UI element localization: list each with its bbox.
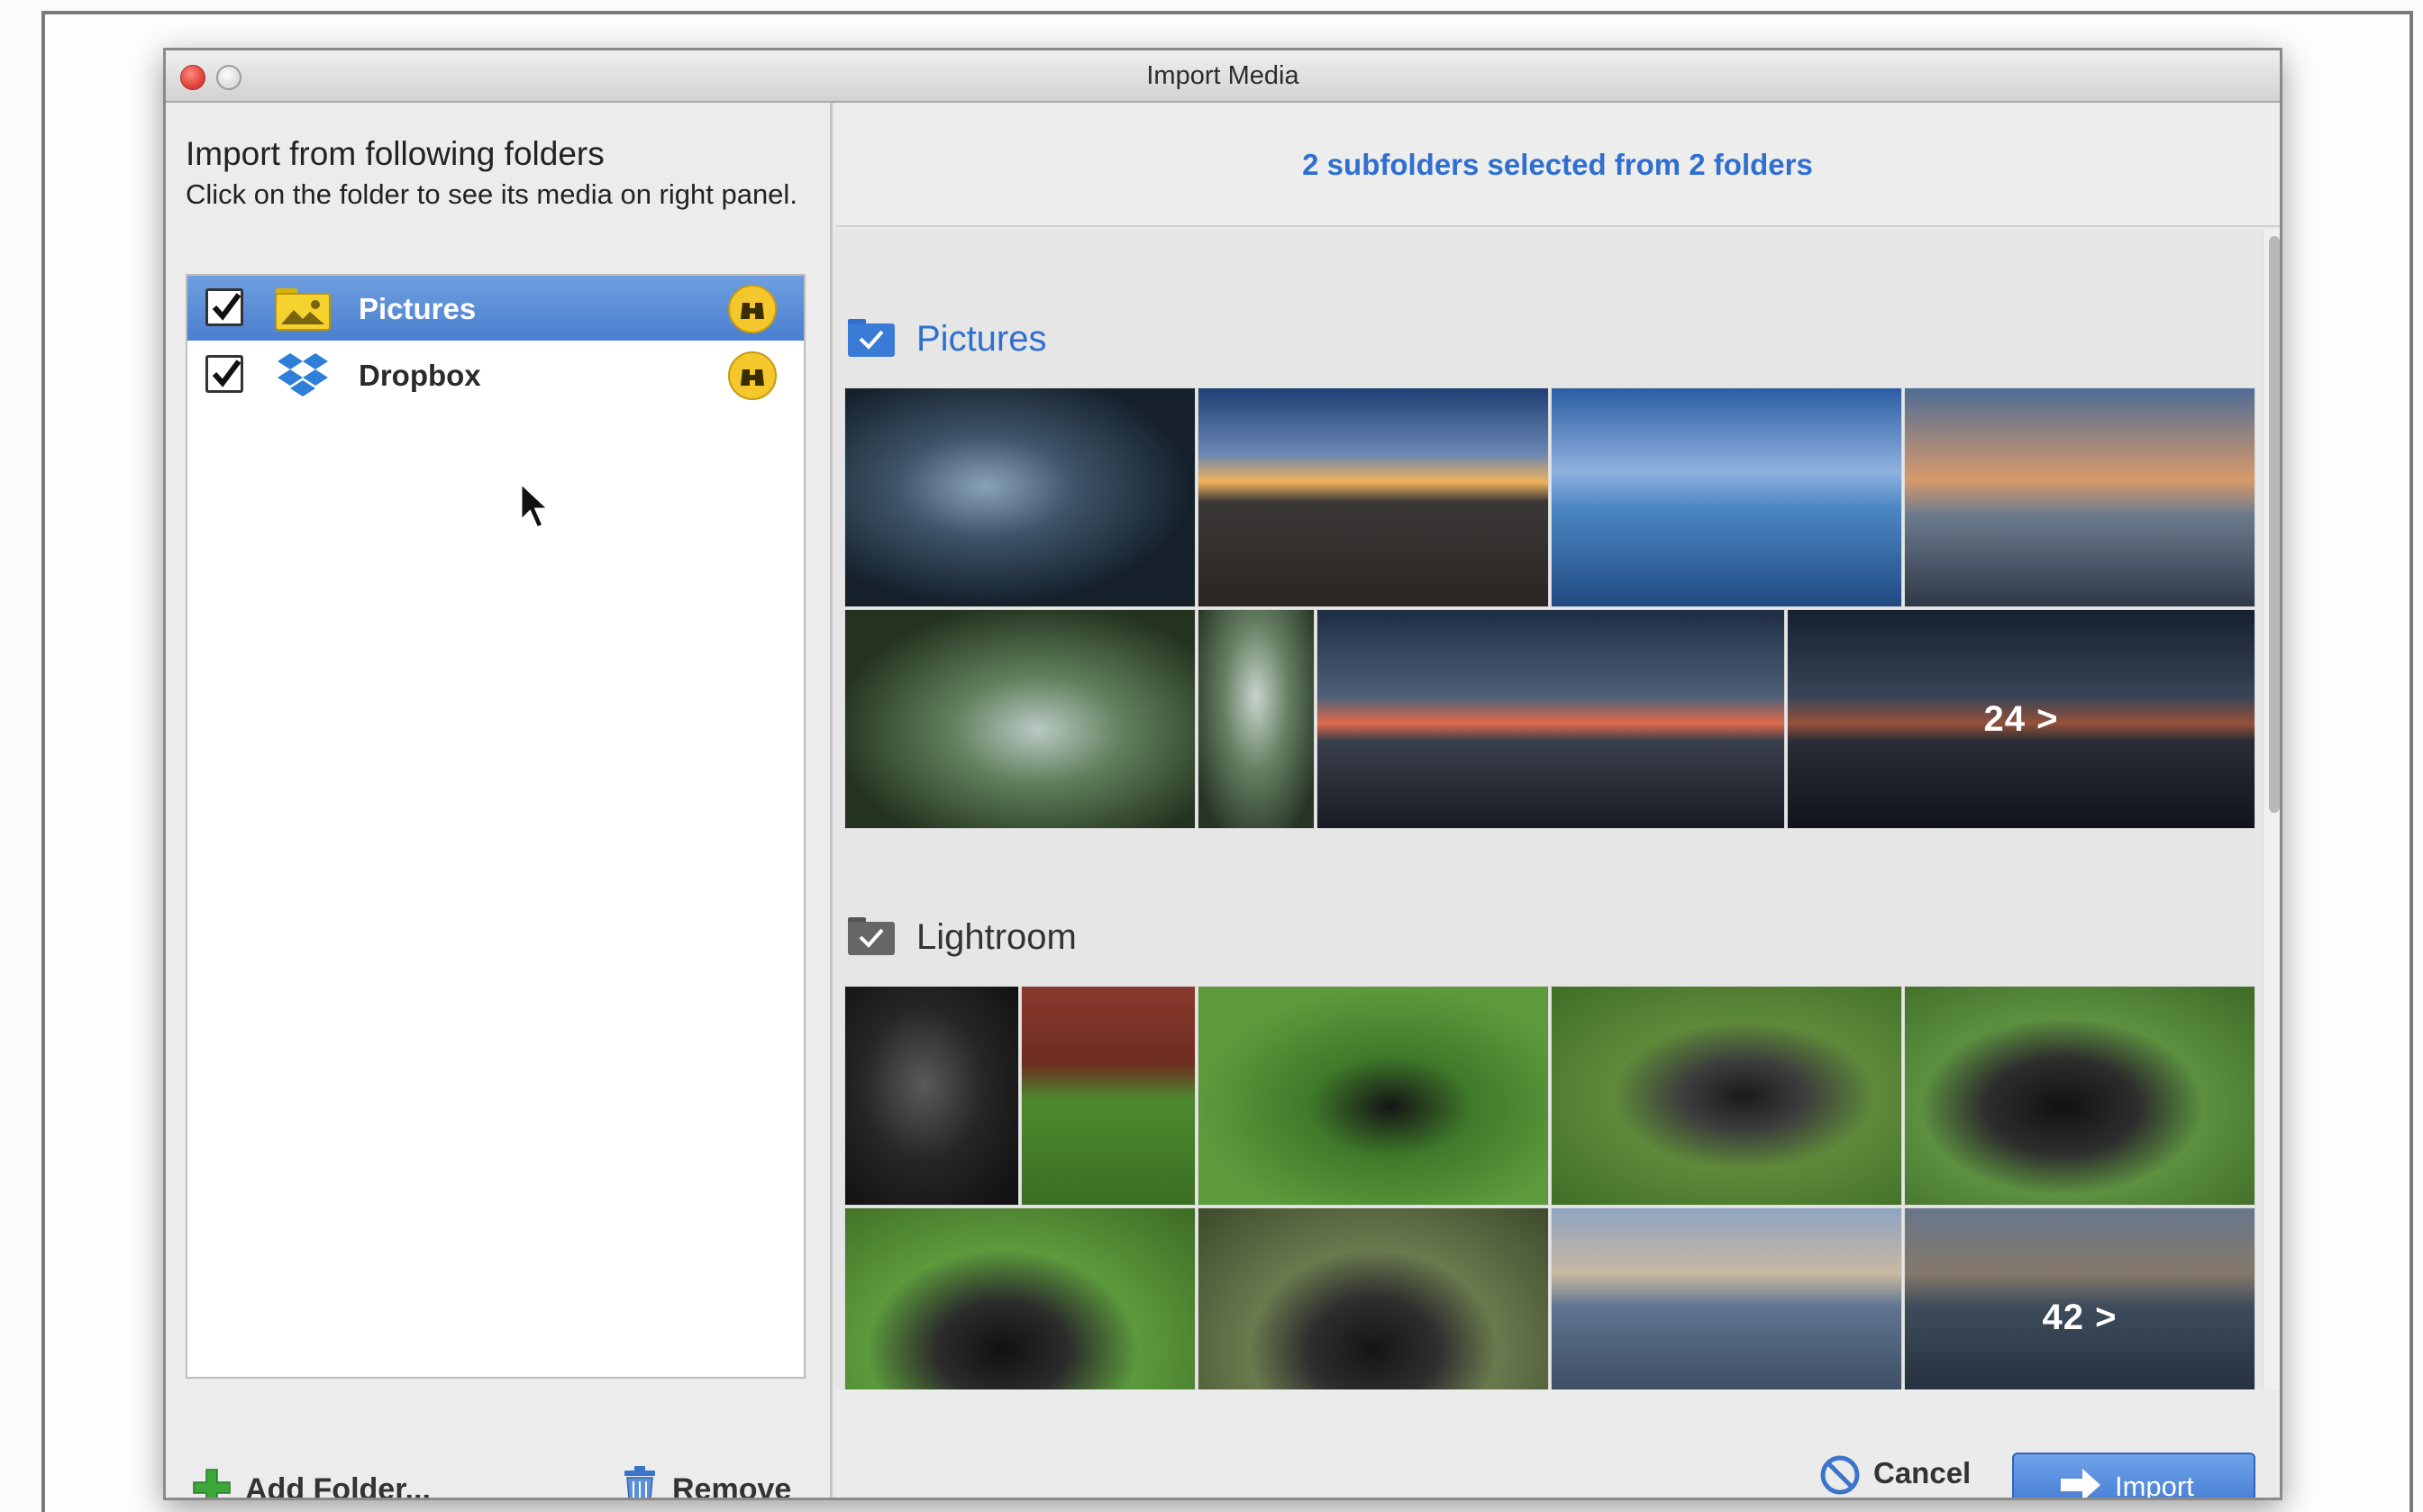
media-thumbnail[interactable] — [1551, 1207, 1902, 1389]
remove-button[interactable]: Remove — [621, 1465, 810, 1500]
cancel-label: Cancel — [1873, 1456, 1972, 1489]
media-thumbnail[interactable] — [1198, 986, 1549, 1206]
media-thumbnail[interactable] — [844, 986, 1019, 1206]
media-thumbnail[interactable] — [1551, 986, 1902, 1206]
media-thumbnail[interactable] — [844, 387, 1196, 607]
checkmark-icon — [212, 360, 241, 387]
media-thumbnail-more[interactable]: 42 > — [1904, 1207, 2255, 1389]
plus-icon — [193, 1469, 231, 1498]
binoculars-icon[interactable] — [728, 351, 777, 400]
folders-heading: Import from following folders — [186, 135, 605, 172]
dropbox-checkbox[interactable] — [205, 355, 243, 393]
folder-check-icon — [848, 917, 895, 955]
pictures-folder-icon — [275, 288, 331, 331]
pictures-checkbox[interactable] — [205, 288, 243, 326]
title-bar: Import Media — [166, 50, 2280, 103]
scrollbar-thumb[interactable] — [2269, 236, 2280, 813]
remove-label: Remove — [672, 1472, 792, 1500]
media-thumbnail[interactable] — [1316, 609, 1785, 829]
folder-check-icon — [848, 319, 895, 357]
media-thumbnail[interactable] — [1198, 609, 1315, 829]
add-folder-label: Add Folder... — [245, 1472, 431, 1500]
selection-summary: 2 subfolders selected from 2 folders — [1302, 148, 1813, 181]
media-thumbnail[interactable] — [1198, 1207, 1549, 1389]
folders-instructions: Click on the folder to see its media on … — [186, 178, 797, 210]
arrow-right-icon — [2061, 1469, 2100, 1498]
media-thumbnail-more[interactable]: 24 > — [1787, 609, 2255, 829]
media-thumbnail[interactable] — [1021, 986, 1196, 1206]
media-preview-panel: 2 subfolders selected from 2 folders Pic… — [835, 103, 2280, 1498]
media-thumbnail[interactable] — [1904, 986, 2255, 1206]
cancel-icon — [1820, 1455, 1860, 1495]
media-thumbnail[interactable] — [1904, 387, 2255, 607]
folder-row-dropbox[interactable]: Dropbox — [187, 342, 804, 407]
add-folder-button[interactable]: Add Folder... — [191, 1465, 452, 1500]
trash-icon — [624, 1466, 655, 1498]
media-thumbnail[interactable] — [844, 609, 1196, 829]
media-thumbnail[interactable] — [844, 1207, 1196, 1389]
group-name-pictures: Pictures — [916, 319, 1047, 359]
selection-summary-bar: 2 subfolders selected from 2 folders — [835, 103, 2280, 227]
import-media-dialog: Import Media Import from following folde… — [163, 48, 2282, 1500]
folder-list: Pictures Dropbox — [186, 274, 806, 1379]
media-scroll-area[interactable]: Pictures 24 > Lightroom 42 > — [835, 229, 2263, 1389]
vertical-scrollbar[interactable] — [2263, 229, 2280, 1389]
checkmark-icon — [212, 293, 241, 321]
folders-panel: Import from following folders Click on t… — [166, 103, 833, 1498]
media-thumbnail[interactable] — [1551, 387, 1902, 607]
more-count-pictures: 24 > — [1788, 610, 2254, 828]
folder-row-pictures[interactable]: Pictures — [187, 276, 804, 341]
mouse-cursor-icon — [519, 481, 551, 530]
folder-name-dropbox: Dropbox — [359, 359, 481, 392]
folder-name-pictures: Pictures — [359, 292, 477, 325]
more-count-lightroom: 42 > — [1905, 1208, 2254, 1389]
window-title: Import Media — [1146, 61, 1299, 90]
group-name-lightroom: Lightroom — [916, 917, 1077, 957]
import-button[interactable]: Import — [2012, 1453, 2255, 1500]
media-thumbnail[interactable] — [1198, 387, 1549, 607]
import-label: Import — [2115, 1471, 2194, 1500]
binoculars-icon[interactable] — [728, 285, 777, 333]
dropbox-icon — [278, 353, 328, 396]
